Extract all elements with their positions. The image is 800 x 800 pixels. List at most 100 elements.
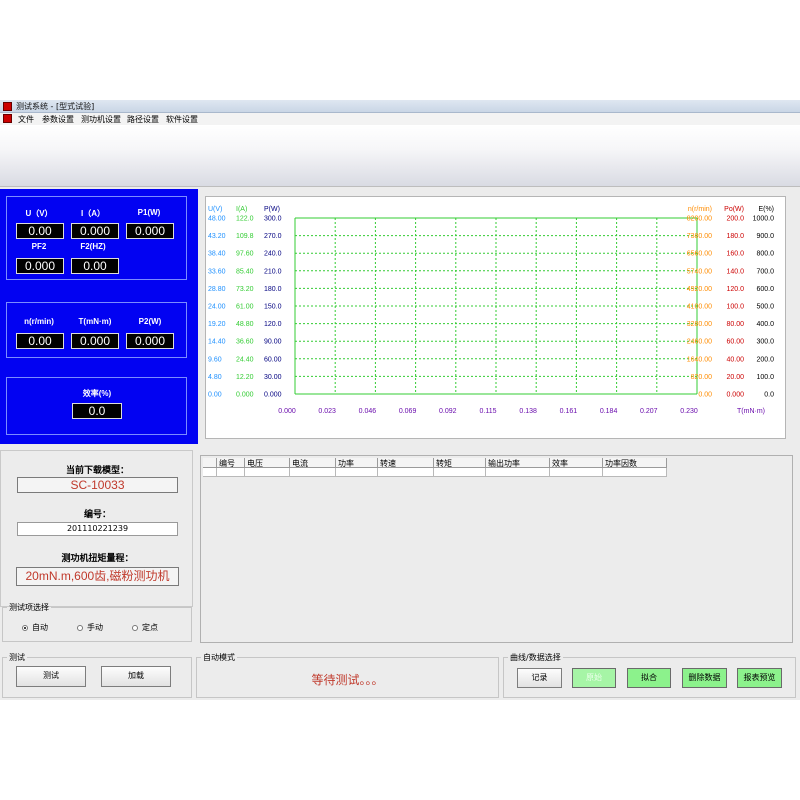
frequency-value: 0.00 bbox=[71, 258, 119, 274]
column-header[interactable]: 转速 bbox=[378, 458, 434, 468]
data-table-panel: 编号 电压 电流 功率 转速 转矩 输出功率 效率 功率因数 bbox=[200, 455, 793, 643]
table-cell[interactable] bbox=[203, 468, 217, 477]
right-axis-tick: 120.0 bbox=[726, 286, 744, 293]
right-axis-tick: 20.00 bbox=[726, 374, 744, 381]
radio-unselected-icon[interactable] bbox=[132, 624, 138, 631]
efficiency-label: 效率(%) bbox=[82, 389, 112, 398]
table-cell[interactable] bbox=[603, 468, 667, 477]
current-label: I（A） bbox=[81, 209, 105, 218]
document-icon[interactable] bbox=[3, 114, 12, 123]
row-header-corner bbox=[203, 458, 217, 468]
left-axis-tick: 28.80 bbox=[208, 286, 226, 293]
right-axis-tick: 900.0 bbox=[756, 233, 774, 240]
current-model-label: 当前下载模型： bbox=[65, 466, 129, 476]
x-axis-tick: 0.046 bbox=[359, 408, 377, 415]
column-header[interactable]: 效率 bbox=[550, 458, 603, 468]
right-axis-tick: 180.0 bbox=[726, 233, 744, 240]
left-axis-tick: 14.40 bbox=[208, 339, 226, 346]
efficiency-value: 0.0 bbox=[72, 403, 122, 419]
table-cell[interactable] bbox=[217, 468, 245, 477]
record-button[interactable]: 记录 bbox=[517, 668, 562, 688]
table-cell[interactable] bbox=[434, 468, 486, 477]
fit-button[interactable]: 拟合 bbox=[627, 668, 671, 688]
right-axis-title: Po(W) bbox=[724, 206, 744, 213]
title-bar[interactable]: 测试系统 - [型式试验] bbox=[0, 100, 800, 113]
test-legend: 测试 bbox=[9, 653, 25, 662]
current-model-value: SC-10033 bbox=[17, 477, 178, 493]
model-info-panel: 当前下载模型： SC-10033 编号： 201110221239 测功机扭矩量… bbox=[0, 450, 193, 607]
menu-software-settings[interactable]: 软件设置 bbox=[166, 114, 198, 125]
voltage-label: U（V） bbox=[25, 209, 53, 218]
torque-label: T(mN·m) bbox=[78, 317, 112, 326]
left-axis-tick: 0.000 bbox=[236, 392, 254, 399]
left-axis-tick: 120.0 bbox=[264, 321, 282, 328]
radio-manual[interactable]: 手动 bbox=[77, 622, 103, 633]
right-axis-tick: 6560.00 bbox=[687, 251, 712, 258]
mechanical-output-group: n(r/min) T(mN·m) P2(W) 0.00 0.000 0.000 bbox=[6, 302, 187, 358]
table-cell[interactable] bbox=[378, 468, 434, 477]
right-axis-tick: 40.00 bbox=[726, 356, 744, 363]
auto-mode-legend: 自动模式 bbox=[203, 653, 235, 662]
menu-file[interactable]: 文件 bbox=[18, 114, 34, 125]
column-header[interactable]: 功率 bbox=[336, 458, 378, 468]
column-header[interactable]: 电流 bbox=[290, 458, 336, 468]
torque-value: 0.000 bbox=[71, 333, 119, 349]
radio-selected-icon[interactable] bbox=[22, 624, 28, 631]
power-factor-value: 0.000 bbox=[16, 258, 64, 274]
torque-range-value: 20mN.m,600齿,磁粉测功机 bbox=[16, 567, 179, 586]
column-header[interactable]: 电压 bbox=[245, 458, 290, 468]
column-header[interactable]: 编号 bbox=[217, 458, 245, 468]
radio-auto[interactable]: 自动 bbox=[22, 622, 48, 633]
input-power-label: P1(W) bbox=[137, 208, 161, 217]
right-axis-tick: 1000.0 bbox=[753, 216, 775, 223]
right-axis-tick: 800.0 bbox=[756, 251, 774, 258]
right-axis-tick: 7380.00 bbox=[687, 233, 712, 240]
left-axis-tick: 240.0 bbox=[264, 251, 282, 258]
app-icon bbox=[3, 102, 12, 111]
menu-dynamometer-settings[interactable]: 测功机设置 bbox=[81, 114, 121, 125]
x-axis-tick: 0.184 bbox=[600, 408, 618, 415]
test-button[interactable]: 测试 bbox=[16, 666, 86, 687]
column-header[interactable]: 转矩 bbox=[434, 458, 486, 468]
table-cell[interactable] bbox=[550, 468, 603, 477]
left-axis-tick: 61.00 bbox=[236, 304, 254, 311]
right-axis-tick: 700.0 bbox=[756, 268, 774, 275]
radio-fixed-point[interactable]: 定点 bbox=[132, 622, 158, 633]
output-power-label: P2(W) bbox=[138, 317, 162, 326]
right-axis-tick: 400.0 bbox=[756, 321, 774, 328]
menu-path-settings[interactable]: 路径设置 bbox=[127, 114, 159, 125]
right-axis-tick: 140.0 bbox=[726, 268, 744, 275]
left-axis-tick: 24.00 bbox=[208, 304, 226, 311]
x-axis-tick: 0.000 bbox=[278, 408, 296, 415]
column-header[interactable]: 功率因数 bbox=[603, 458, 667, 468]
load-button[interactable]: 加载 bbox=[101, 666, 171, 687]
left-axis-tick: 48.80 bbox=[236, 321, 254, 328]
left-axis-tick: 300.0 bbox=[264, 216, 282, 223]
right-axis-tick: 820.00 bbox=[691, 374, 713, 381]
x-axis-title: T(mN·m) bbox=[737, 408, 765, 415]
x-axis-tick: 0.092 bbox=[439, 408, 457, 415]
left-axis-tick: 109.8 bbox=[236, 233, 254, 240]
x-axis-tick: 0.230 bbox=[680, 408, 698, 415]
table-cell[interactable] bbox=[486, 468, 550, 477]
output-power-value: 0.000 bbox=[126, 333, 174, 349]
right-axis-tick: 160.0 bbox=[726, 251, 744, 258]
left-axis-tick: 60.00 bbox=[264, 356, 282, 363]
left-axis-tick: 38.40 bbox=[208, 251, 226, 258]
report-preview-button[interactable]: 报表预览 bbox=[737, 668, 782, 688]
table-cell[interactable] bbox=[290, 468, 336, 477]
left-axis-tick: 33.60 bbox=[208, 268, 226, 275]
right-axis-tick: 2460.00 bbox=[687, 339, 712, 346]
left-axis-tick: 210.0 bbox=[264, 268, 282, 275]
power-factor-label: PF2 bbox=[31, 242, 47, 251]
speed-value: 0.00 bbox=[16, 333, 64, 349]
x-axis-tick: 0.138 bbox=[519, 408, 537, 415]
serial-number-field[interactable]: 201110221239 bbox=[17, 522, 178, 536]
table-cell[interactable] bbox=[245, 468, 290, 477]
table-cell[interactable] bbox=[336, 468, 378, 477]
delete-data-button[interactable]: 删除数据 bbox=[682, 668, 727, 688]
radio-unselected-icon[interactable] bbox=[77, 624, 83, 631]
column-header[interactable]: 输出功率 bbox=[486, 458, 550, 468]
original-button[interactable]: 原始 bbox=[572, 668, 616, 688]
menu-parameter-settings[interactable]: 参数设置 bbox=[42, 114, 74, 125]
